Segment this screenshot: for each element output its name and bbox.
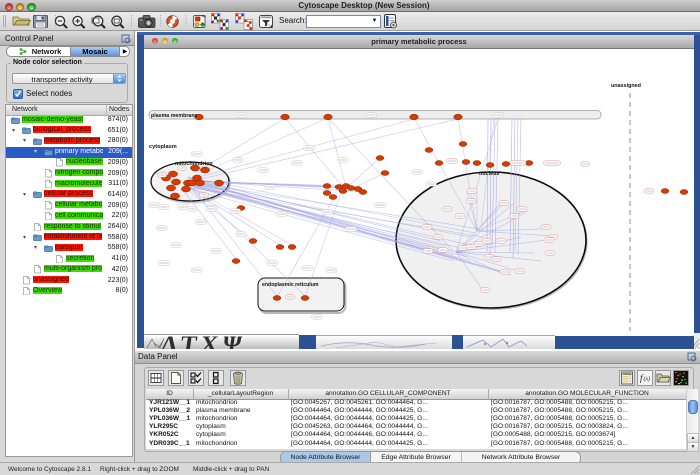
svg-text:plasma membrane: plasma membrane <box>151 113 198 119</box>
svg-text:unassigned: unassigned <box>611 83 641 89</box>
svg-text:T: T <box>179 335 199 349</box>
svg-text:cytoplasm: cytoplasm <box>149 144 177 150</box>
svg-text:nucleus: nucleus <box>479 171 499 177</box>
svg-text:mitochondrion: mitochondrion <box>175 161 213 167</box>
svg-text:Χ: Χ <box>199 335 221 349</box>
svg-text:(x): (x) <box>644 376 651 383</box>
svg-text:endoplasmic reticulum: endoplasmic reticulum <box>262 282 319 288</box>
svg-text:Ψ: Ψ <box>221 335 244 349</box>
svg-text:Λ: Λ <box>159 335 181 349</box>
